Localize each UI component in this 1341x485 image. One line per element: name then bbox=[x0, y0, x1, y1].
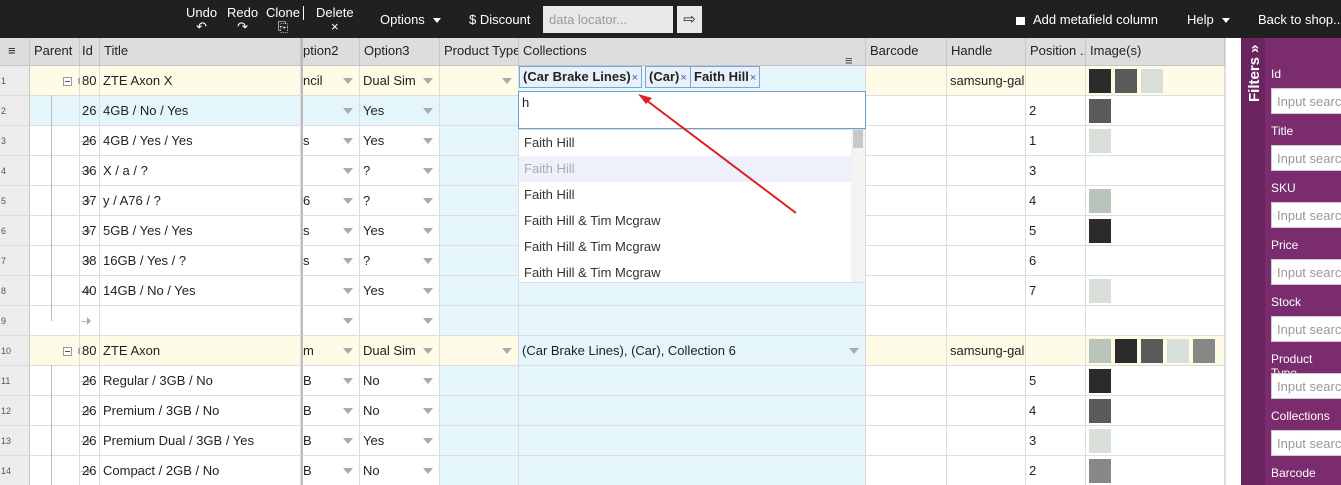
filter-label: Title bbox=[1271, 124, 1294, 138]
filter-label: Collections bbox=[1271, 409, 1330, 423]
arrow-line bbox=[645, 99, 797, 214]
filter-label: Barcode bbox=[1271, 466, 1316, 480]
panel-gap bbox=[1225, 38, 1241, 485]
filters-title: Filters » bbox=[1246, 44, 1263, 114]
annotation-arrow bbox=[638, 94, 797, 214]
filter-input[interactable] bbox=[1271, 145, 1341, 171]
filter-input[interactable] bbox=[1271, 430, 1341, 456]
collapse-icon: » bbox=[1246, 44, 1263, 53]
filters-title-text: Filters bbox=[1246, 56, 1263, 102]
filter-label: Id bbox=[1271, 67, 1282, 81]
filter-input[interactable] bbox=[1271, 259, 1341, 285]
filter-input[interactable] bbox=[1271, 202, 1341, 228]
filter-label: Stock bbox=[1271, 295, 1302, 309]
filter-input[interactable] bbox=[1271, 88, 1341, 114]
filter-input[interactable] bbox=[1271, 316, 1341, 342]
filter-input[interactable] bbox=[1271, 373, 1341, 399]
filter-label: Price bbox=[1271, 238, 1299, 252]
filter-label: SKU bbox=[1271, 181, 1296, 195]
